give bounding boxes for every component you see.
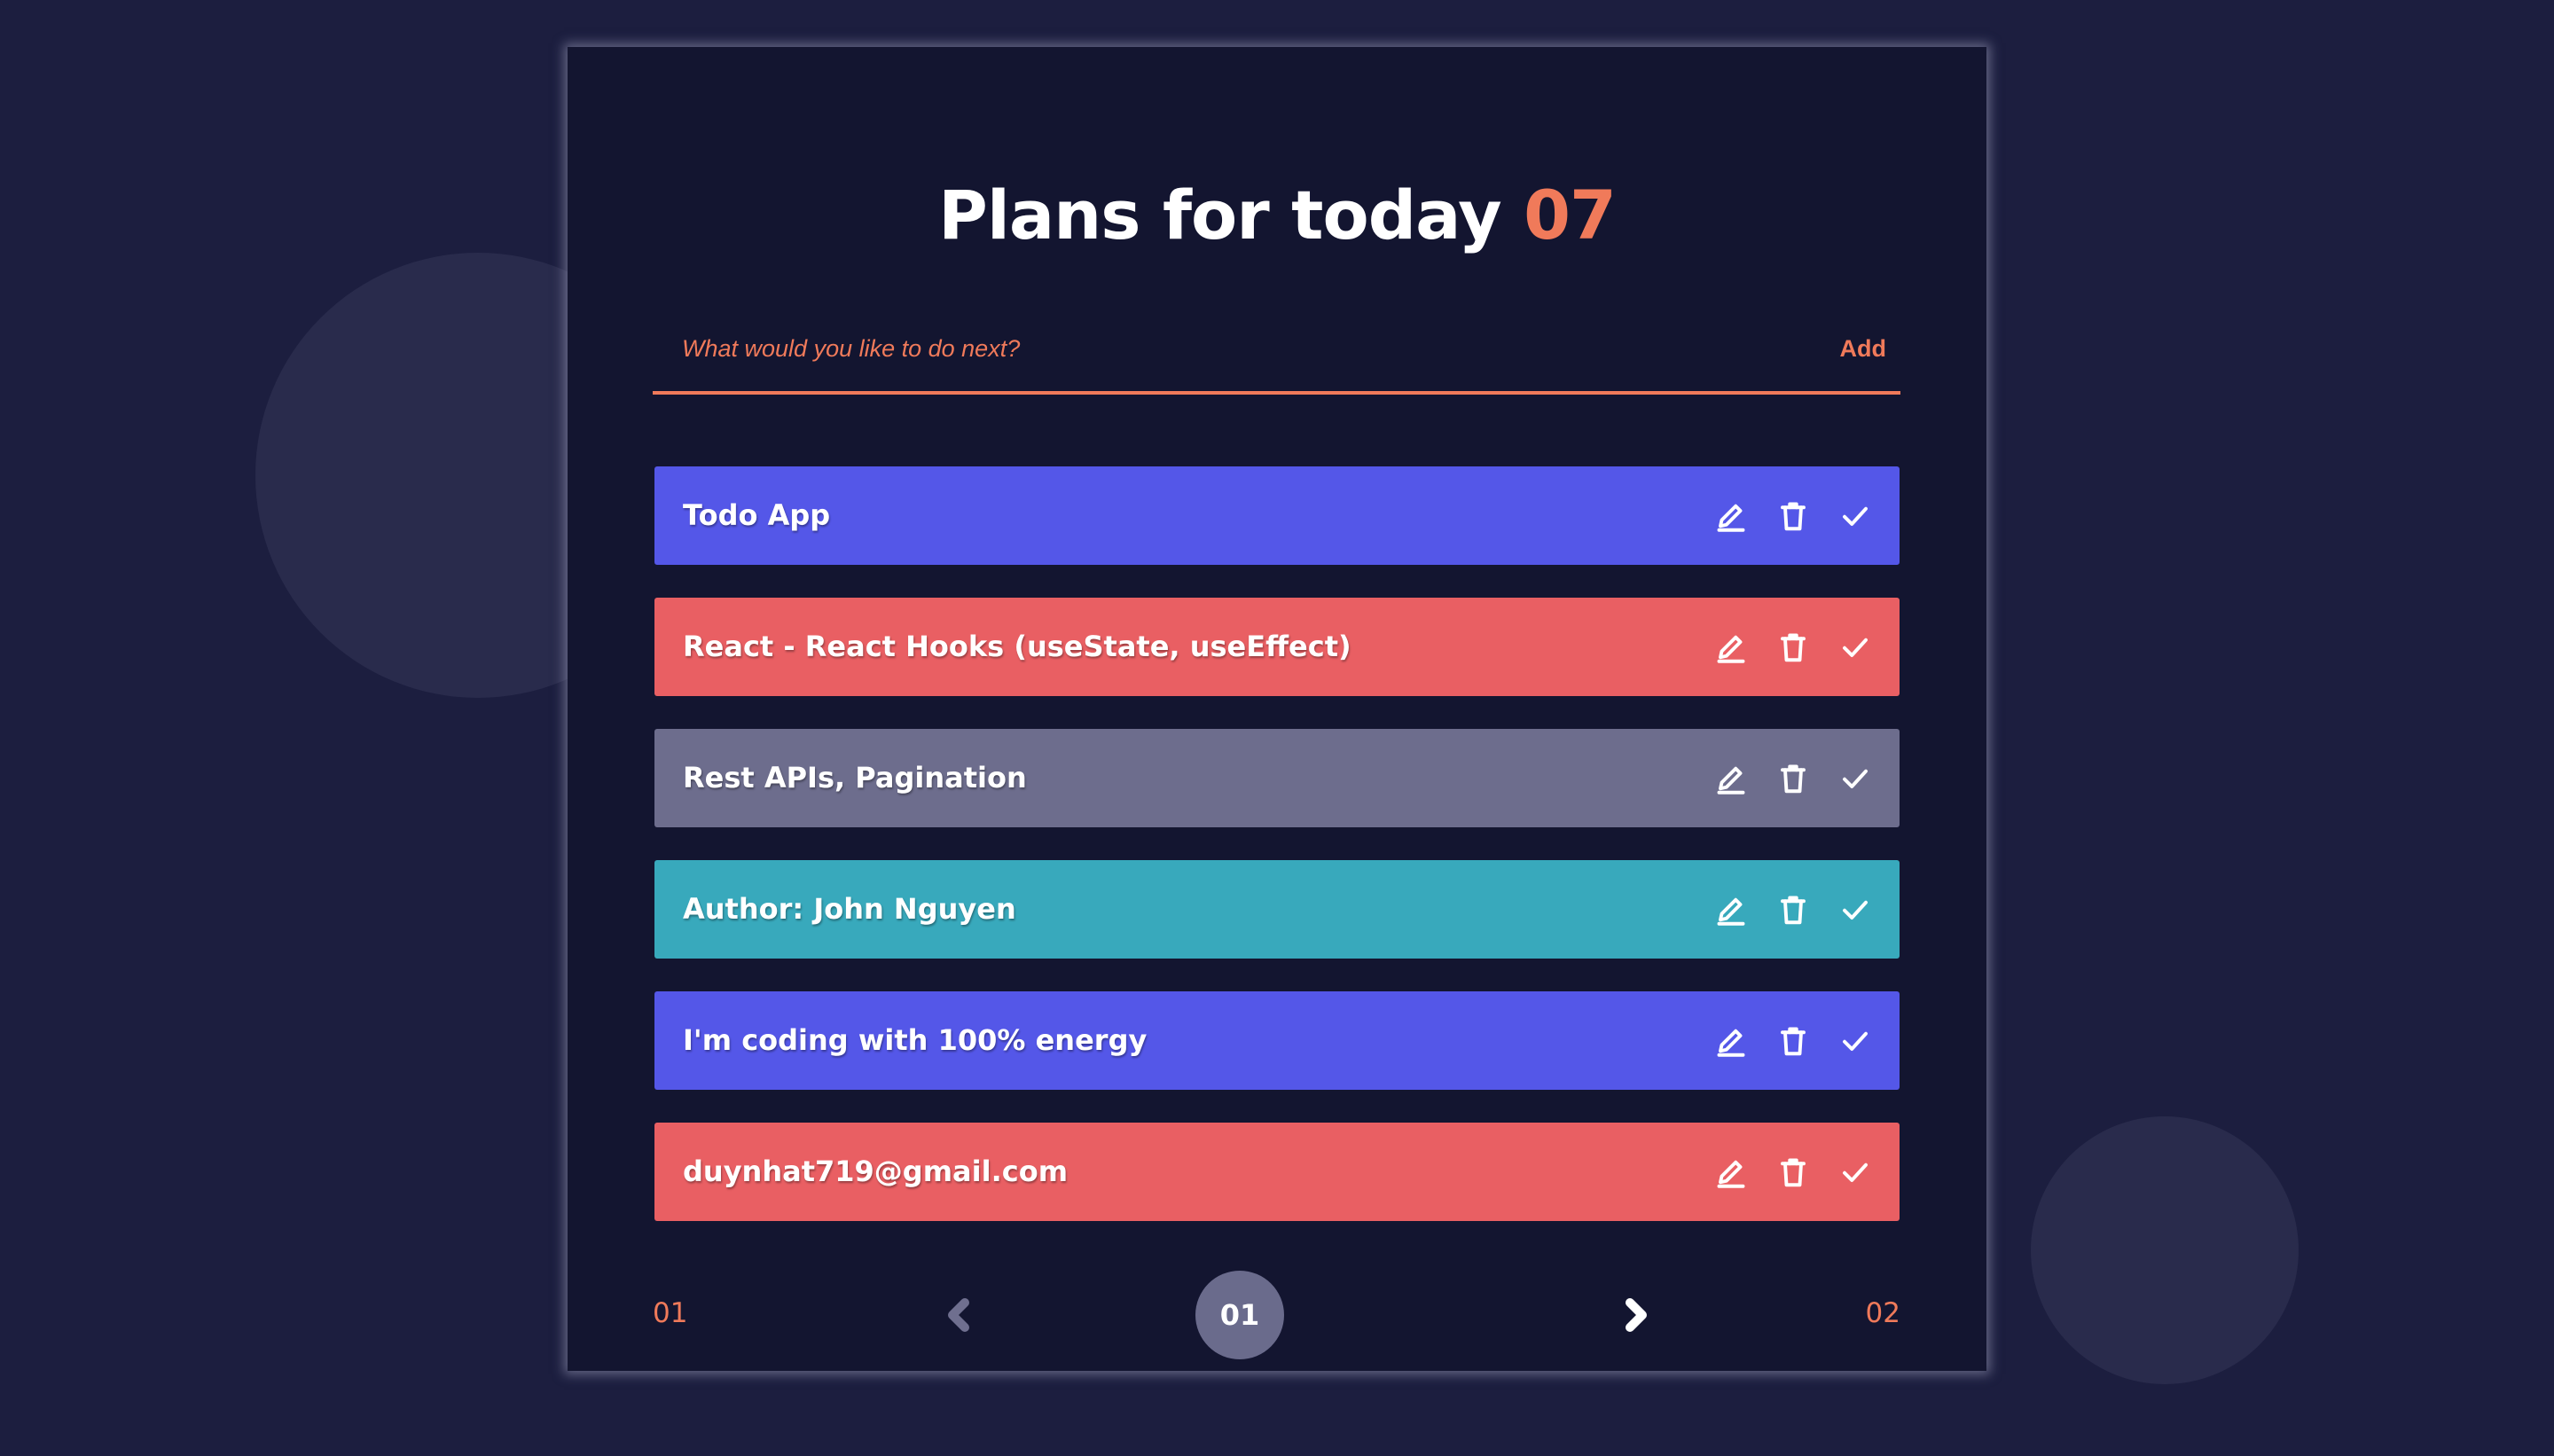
edit-button[interactable] — [1713, 1155, 1749, 1190]
todo-actions — [1687, 598, 1873, 696]
next-page-button[interactable] — [1614, 1294, 1657, 1336]
add-button[interactable]: Add — [1840, 327, 1886, 370]
trash-icon — [1781, 1158, 1806, 1186]
pencil-icon — [1717, 504, 1745, 532]
todo-item: Rest APIs, Pagination — [654, 729, 1900, 827]
complete-button[interactable] — [1837, 1155, 1873, 1190]
complete-button[interactable] — [1837, 630, 1873, 665]
todo-text: Author: John Nguyen — [683, 892, 1016, 926]
edit-button[interactable] — [1713, 498, 1749, 534]
delete-button[interactable] — [1775, 498, 1811, 534]
current-page-indicator: 01 — [1195, 1271, 1284, 1359]
pencil-icon — [1717, 1160, 1745, 1188]
todo-text: React - React Hooks (useState, useEffect… — [683, 630, 1351, 663]
first-page-link[interactable]: 01 — [653, 1297, 687, 1329]
check-icon — [1843, 1031, 1868, 1051]
pencil-icon — [1717, 766, 1745, 795]
check-icon — [1843, 900, 1868, 920]
trash-icon — [1781, 896, 1806, 924]
chevron-right-icon — [1626, 1298, 1647, 1332]
pencil-icon — [1717, 897, 1745, 926]
todo-item: duynhat719@gmail.com — [654, 1123, 1900, 1221]
delete-button[interactable] — [1775, 630, 1811, 665]
todo-item: Todo App — [654, 466, 1900, 565]
chevron-left-icon — [948, 1298, 969, 1332]
todo-item: React - React Hooks (useState, useEffect… — [654, 598, 1900, 696]
todo-count: 07 — [1524, 176, 1617, 254]
trash-icon — [1781, 633, 1806, 661]
new-task-input[interactable] — [653, 324, 1782, 373]
delete-button[interactable] — [1775, 1155, 1811, 1190]
page-title: Plans for today 07 — [568, 171, 1986, 260]
edit-button[interactable] — [1713, 630, 1749, 665]
title-text: Plans for today — [938, 176, 1501, 254]
complete-button[interactable] — [1837, 498, 1873, 534]
check-icon — [1843, 1162, 1868, 1182]
background-circle-right — [2031, 1116, 2299, 1384]
check-icon — [1843, 638, 1868, 657]
delete-button[interactable] — [1775, 761, 1811, 796]
pencil-icon — [1717, 635, 1745, 663]
todo-actions — [1687, 1123, 1873, 1221]
check-icon — [1843, 769, 1868, 788]
todo-actions — [1687, 991, 1873, 1090]
todo-card: Plans for today 07 Add Todo App React - … — [568, 47, 1986, 1371]
complete-button[interactable] — [1837, 892, 1873, 928]
todo-list: Todo App React - React Hooks (useState, … — [654, 466, 1900, 1254]
trash-icon — [1781, 1027, 1806, 1055]
todo-text: Rest APIs, Pagination — [683, 761, 1027, 795]
todo-text: Todo App — [683, 498, 831, 532]
todo-actions — [1687, 466, 1873, 565]
check-icon — [1843, 506, 1868, 526]
delete-button[interactable] — [1775, 892, 1811, 928]
todo-text: duynhat719@gmail.com — [683, 1155, 1069, 1188]
todo-actions — [1687, 860, 1873, 959]
last-page-link[interactable]: 02 — [1866, 1297, 1900, 1329]
previous-page-button[interactable] — [938, 1294, 981, 1336]
edit-button[interactable] — [1713, 892, 1749, 928]
edit-button[interactable] — [1713, 1023, 1749, 1059]
pagination: 01 01 02 — [653, 1271, 1900, 1359]
todo-item: I'm coding with 100% energy — [654, 991, 1900, 1090]
delete-button[interactable] — [1775, 1023, 1811, 1059]
todo-actions — [1687, 729, 1873, 827]
trash-icon — [1781, 502, 1806, 530]
todo-item: Author: John Nguyen — [654, 860, 1900, 959]
pencil-icon — [1717, 1029, 1745, 1057]
edit-button[interactable] — [1713, 761, 1749, 796]
trash-icon — [1781, 764, 1806, 793]
new-task-form: Add — [653, 309, 1900, 395]
todo-text: I'm coding with 100% energy — [683, 1023, 1148, 1057]
complete-button[interactable] — [1837, 761, 1873, 796]
complete-button[interactable] — [1837, 1023, 1873, 1059]
